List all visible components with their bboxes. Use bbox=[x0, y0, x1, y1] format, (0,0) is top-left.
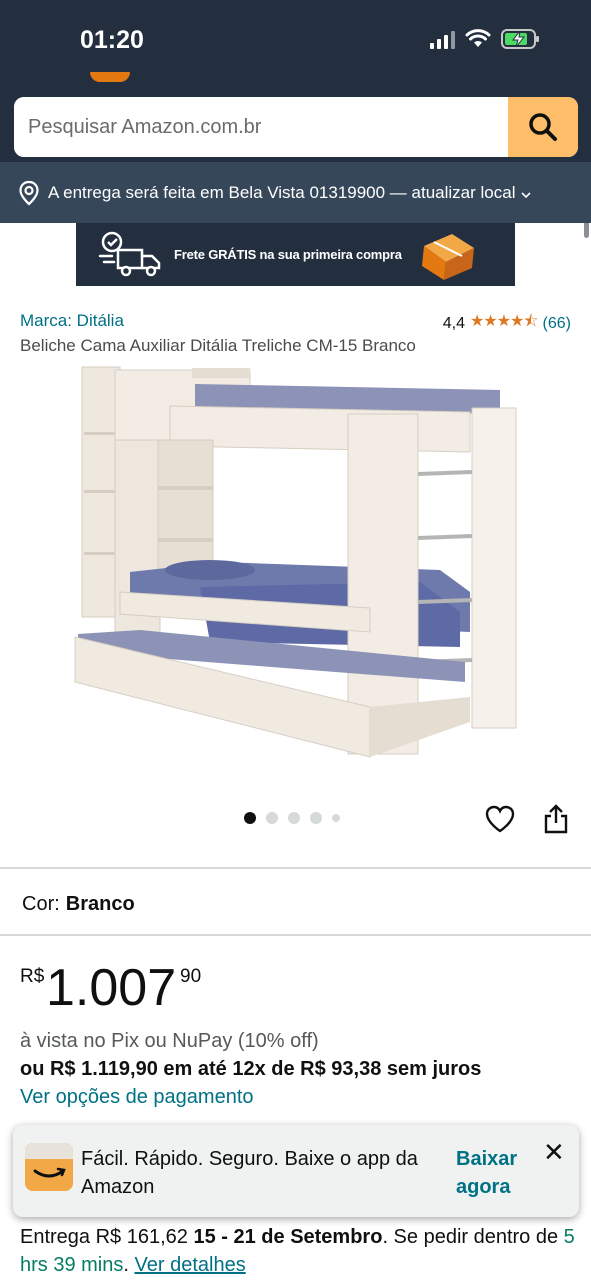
color-selector[interactable]: Cor: Branco bbox=[22, 893, 135, 916]
brand-link[interactable]: Marca: Ditália bbox=[20, 311, 124, 331]
rating-value: 4,4 bbox=[442, 314, 466, 332]
location-pin-icon bbox=[19, 180, 39, 205]
color-value: Branco bbox=[65, 893, 135, 915]
payment-options-link[interactable]: Ver opções de pagamento bbox=[20, 1086, 254, 1109]
product-title: Beliche Cama Auxiliar Ditália Treliche C… bbox=[20, 336, 416, 355]
delivery-location-text: A entrega será feita em Bela Vista 01319… bbox=[48, 182, 516, 202]
close-icon[interactable]: ✕ bbox=[543, 1137, 565, 1168]
search-button[interactable] bbox=[508, 97, 578, 157]
cellular-signal-icon bbox=[430, 29, 455, 49]
delivery-dates: 15 - 21 de Setembro bbox=[193, 1226, 383, 1248]
rating-count[interactable]: (66) bbox=[543, 315, 571, 333]
download-app-link[interactable]: Baixar agora bbox=[456, 1145, 536, 1201]
amazon-logo-peek bbox=[90, 72, 130, 82]
installments-text: ou R$ 1.119,90 em até 12x de R$ 93,38 se… bbox=[20, 1058, 482, 1080]
section-divider bbox=[0, 934, 591, 936]
wifi-icon bbox=[465, 29, 491, 47]
pix-discount-note: à vista no Pix ou NuPay (10% off) bbox=[20, 1030, 319, 1052]
color-label: Cor: bbox=[22, 893, 60, 915]
section-divider bbox=[0, 867, 591, 869]
package-box-icon bbox=[421, 233, 474, 280]
chevron-down-icon bbox=[521, 191, 532, 198]
amazon-app-icon bbox=[25, 1143, 73, 1191]
carousel-dot[interactable] bbox=[266, 812, 278, 824]
price-cents: 90 bbox=[180, 966, 202, 987]
carousel-dot[interactable] bbox=[310, 812, 322, 824]
free-shipping-banner[interactable]: Frete GRÁTIS na sua primeira compra bbox=[76, 223, 515, 286]
app-banner-text: Fácil. Rápido. Seguro. Baixe o app da Am… bbox=[81, 1148, 418, 1198]
promo-text: Frete GRÁTIS na sua primeira compra bbox=[174, 247, 402, 262]
delivery-estimate: Entrega R$ 161,62 15 - 21 de Setembro. S… bbox=[20, 1223, 580, 1279]
delivery-separator: . bbox=[123, 1254, 135, 1276]
product-image[interactable] bbox=[70, 362, 530, 762]
heart-icon[interactable] bbox=[484, 804, 516, 834]
status-time: 01:20 bbox=[80, 26, 144, 54]
app-download-banner: Fácil. Rápido. Seguro. Baixe o app da Am… bbox=[13, 1125, 579, 1217]
search-input[interactable] bbox=[14, 97, 508, 157]
rating-stars-icon: ★★★★⯪ bbox=[470, 313, 539, 330]
search-area bbox=[0, 82, 591, 238]
share-icon[interactable] bbox=[542, 803, 570, 835]
status-icons bbox=[430, 28, 541, 50]
battery-charging-icon bbox=[501, 29, 539, 49]
image-carousel-dots[interactable] bbox=[244, 812, 340, 824]
rating-summary[interactable]: 4,4 ★★★★⯪ (66) bbox=[443, 310, 571, 337]
delivery-price-text: Entrega R$ 161,62 bbox=[20, 1226, 194, 1248]
carousel-dot[interactable] bbox=[332, 814, 340, 822]
delivery-details-link[interactable]: Ver detalhes bbox=[135, 1254, 246, 1276]
delivery-order-within-text: . Se pedir dentro de bbox=[382, 1226, 564, 1248]
status-bar: 01:20 bbox=[0, 0, 591, 82]
price-whole: 1.007 bbox=[46, 959, 177, 1017]
delivery-truck-icon bbox=[98, 231, 161, 276]
carousel-dot[interactable] bbox=[244, 812, 256, 824]
search-icon bbox=[529, 113, 557, 141]
search-box bbox=[14, 97, 578, 157]
carousel-dot[interactable] bbox=[288, 812, 300, 824]
price-currency: R$ bbox=[20, 966, 45, 987]
delivery-location-bar[interactable]: A entrega será feita em Bela Vista 01319… bbox=[0, 162, 591, 223]
